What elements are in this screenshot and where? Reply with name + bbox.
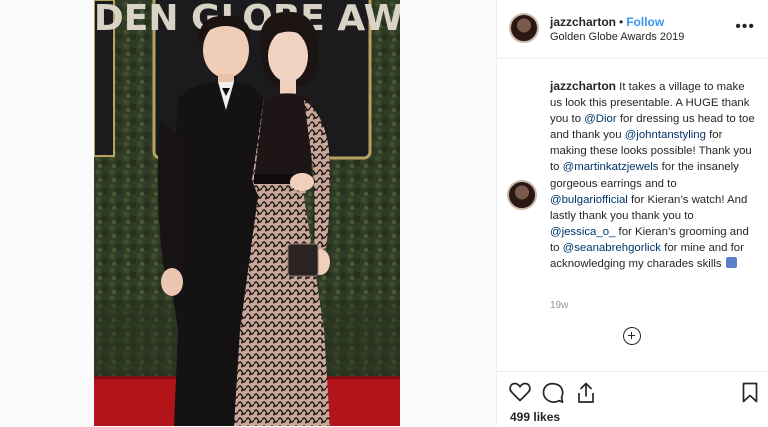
heart-icon[interactable]: [509, 382, 531, 402]
mention-link[interactable]: @Dior: [584, 113, 616, 125]
emoji-icon: [725, 257, 737, 269]
caption-username[interactable]: jazzcharton: [550, 79, 616, 93]
mention-link[interactable]: @martinkatzjewels: [563, 161, 659, 173]
caption-text: jazzcharton It takes a village to make u…: [550, 78, 756, 272]
mention-link[interactable]: @seanabrehgorlick: [563, 242, 661, 254]
action-bar: 499 likes: [497, 371, 768, 427]
bookmark-icon[interactable]: [742, 382, 758, 403]
share-icon[interactable]: [575, 382, 597, 404]
header-user-line: jazzcharton • Follow: [550, 15, 664, 29]
caption-avatar[interactable]: [507, 180, 537, 210]
mention-link[interactable]: @johntanstyling: [625, 129, 706, 141]
time-ago[interactable]: 19w: [550, 300, 568, 311]
post-photo[interactable]: GOLDEN GLOBE AWARDS: [94, 0, 400, 426]
add-comment-icon[interactable]: [623, 327, 641, 345]
mention-link[interactable]: @bulgariofficial: [550, 194, 628, 206]
more-icon[interactable]: •••: [735, 18, 755, 36]
follow-button[interactable]: Follow: [626, 15, 664, 29]
photo-illustration: GOLDEN GLOBE AWARDS: [94, 0, 400, 426]
likes-count[interactable]: 499 likes: [510, 410, 560, 424]
post-header: jazzcharton • Follow Golden Globe Awards 2…: [497, 0, 768, 59]
mention-link[interactable]: @jessica_o_: [550, 226, 615, 238]
avatar[interactable]: [509, 13, 539, 43]
location-link[interactable]: Golden Globe Awards 2019: [550, 31, 684, 43]
comment-icon[interactable]: [542, 382, 564, 404]
username-link[interactable]: jazzcharton: [550, 15, 616, 29]
separator-dot: •: [619, 15, 624, 29]
post-detail-panel: jazzcharton • Follow Golden Globe Awards 2…: [496, 0, 768, 426]
